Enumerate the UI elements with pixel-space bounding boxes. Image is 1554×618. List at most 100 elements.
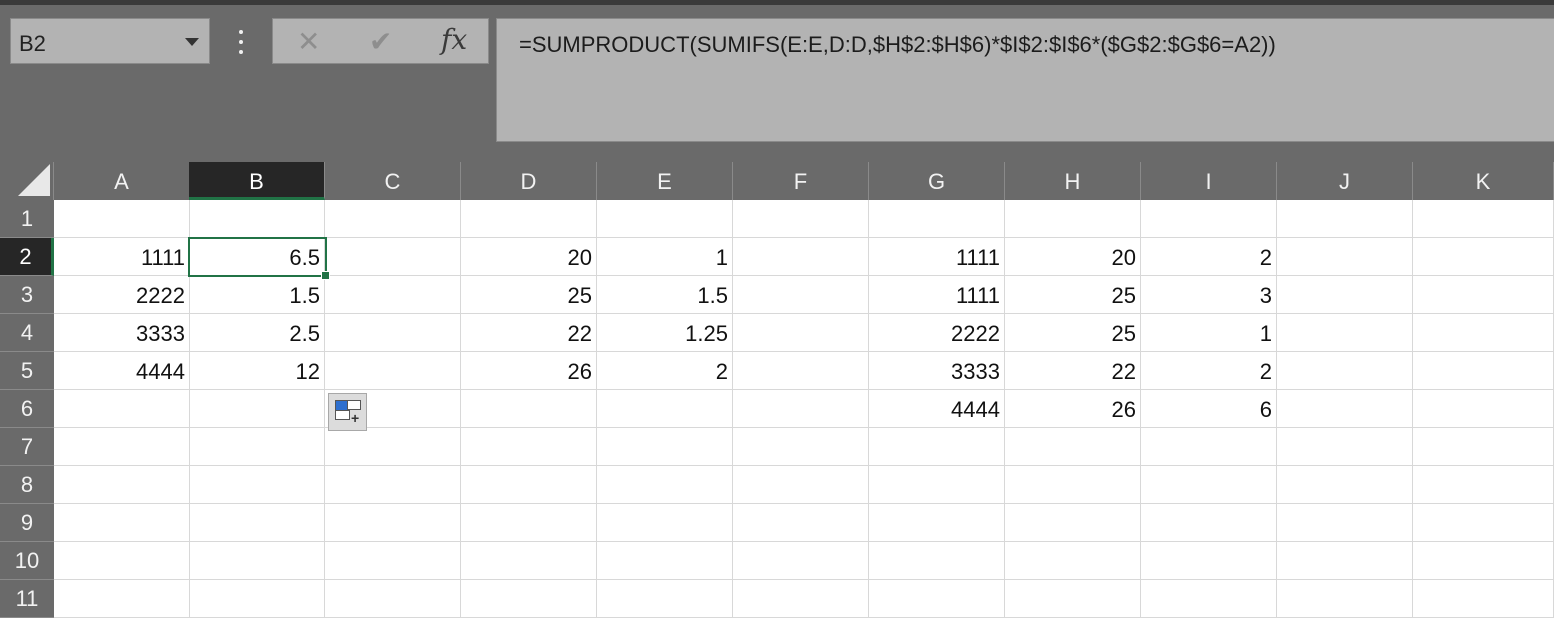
cell-H11[interactable] [1005,580,1141,618]
column-header-G[interactable]: G [869,162,1005,200]
cell-I7[interactable] [1141,428,1277,466]
cell-E7[interactable] [597,428,733,466]
cell-G5[interactable]: 3333 [869,352,1005,390]
cell-J8[interactable] [1277,466,1413,504]
cell-A1[interactable] [54,200,190,238]
cell-K8[interactable] [1413,466,1554,504]
cell-J3[interactable] [1277,276,1413,314]
cell-I6[interactable]: 6 [1141,390,1277,428]
cell-J9[interactable] [1277,504,1413,542]
cell-H7[interactable] [1005,428,1141,466]
cell-H3[interactable]: 25 [1005,276,1141,314]
more-options-icon[interactable] [233,26,249,58]
cell-E1[interactable] [597,200,733,238]
cell-C4[interactable] [325,314,461,352]
cell-I11[interactable] [1141,580,1277,618]
cell-B8[interactable] [189,466,325,504]
cell-H1[interactable] [1005,200,1141,238]
cell-B11[interactable] [189,580,325,618]
cell-I3[interactable]: 3 [1141,276,1277,314]
cell-H2[interactable]: 20 [1005,238,1141,276]
insert-function-icon[interactable]: fx [441,23,467,56]
cell-K7[interactable] [1413,428,1554,466]
cell-E4[interactable]: 1.25 [597,314,733,352]
cell-B7[interactable] [189,428,325,466]
cell-F8[interactable] [733,466,869,504]
cell-I1[interactable] [1141,200,1277,238]
cell-A11[interactable] [54,580,190,618]
cell-K11[interactable] [1413,580,1554,618]
cell-E9[interactable] [597,504,733,542]
cell-D11[interactable] [461,580,597,618]
cell-H4[interactable]: 25 [1005,314,1141,352]
cell-I2[interactable]: 2 [1141,238,1277,276]
cell-F5[interactable] [733,352,869,390]
cell-F6[interactable] [733,390,869,428]
row-header-3[interactable]: 3 [0,276,54,314]
close-icon[interactable]: ✕ [297,25,320,58]
cell-F1[interactable] [733,200,869,238]
cell-I5[interactable]: 2 [1141,352,1277,390]
cell-E8[interactable] [597,466,733,504]
cell-A5[interactable]: 4444 [54,352,190,390]
cell-B10[interactable] [189,542,325,580]
column-header-C[interactable]: C [325,162,461,200]
cell-H9[interactable] [1005,504,1141,542]
column-header-H[interactable]: H [1005,162,1141,200]
cell-A4[interactable]: 3333 [54,314,190,352]
cell-G9[interactable] [869,504,1005,542]
cell-J6[interactable] [1277,390,1413,428]
cell-E6[interactable] [597,390,733,428]
cell-C5[interactable] [325,352,461,390]
cell-E2[interactable]: 1 [597,238,733,276]
cell-I4[interactable]: 1 [1141,314,1277,352]
row-header-11[interactable]: 11 [0,580,54,618]
cell-J4[interactable] [1277,314,1413,352]
cell-D7[interactable] [461,428,597,466]
cell-D8[interactable] [461,466,597,504]
cell-E5[interactable]: 2 [597,352,733,390]
column-header-I[interactable]: I [1141,162,1277,200]
cell-F10[interactable] [733,542,869,580]
cell-E10[interactable] [597,542,733,580]
paste-options-icon[interactable]: + [328,393,367,431]
row-header-8[interactable]: 8 [0,466,54,504]
cell-G4[interactable]: 2222 [869,314,1005,352]
cell-J1[interactable] [1277,200,1413,238]
cell-C1[interactable] [325,200,461,238]
cell-K5[interactable] [1413,352,1554,390]
row-header-7[interactable]: 7 [0,428,54,466]
cell-D6[interactable] [461,390,597,428]
row-header-6[interactable]: 6 [0,390,54,428]
cell-A6[interactable] [54,390,190,428]
cell-C9[interactable] [325,504,461,542]
cell-C7[interactable] [325,428,461,466]
cell-A7[interactable] [54,428,190,466]
cell-J5[interactable] [1277,352,1413,390]
cell-H6[interactable]: 26 [1005,390,1141,428]
cell-H10[interactable] [1005,542,1141,580]
row-header-5[interactable]: 5 [0,352,54,390]
column-header-B[interactable]: B [189,162,325,200]
cell-K4[interactable] [1413,314,1554,352]
cell-K10[interactable] [1413,542,1554,580]
check-icon[interactable]: ✔ [369,25,392,58]
cell-I8[interactable] [1141,466,1277,504]
cell-F11[interactable] [733,580,869,618]
cell-D9[interactable] [461,504,597,542]
cell-E11[interactable] [597,580,733,618]
cell-I9[interactable] [1141,504,1277,542]
cell-D3[interactable]: 25 [461,276,597,314]
cell-G1[interactable] [869,200,1005,238]
chevron-down-icon[interactable] [185,38,199,46]
cell-D2[interactable]: 20 [461,238,597,276]
cell-K9[interactable] [1413,504,1554,542]
cell-C11[interactable] [325,580,461,618]
cell-D5[interactable]: 26 [461,352,597,390]
cell-F9[interactable] [733,504,869,542]
cell-F3[interactable] [733,276,869,314]
cell-D10[interactable] [461,542,597,580]
cell-A3[interactable]: 2222 [54,276,190,314]
cell-B3[interactable]: 1.5 [189,276,325,314]
cell-G10[interactable] [869,542,1005,580]
